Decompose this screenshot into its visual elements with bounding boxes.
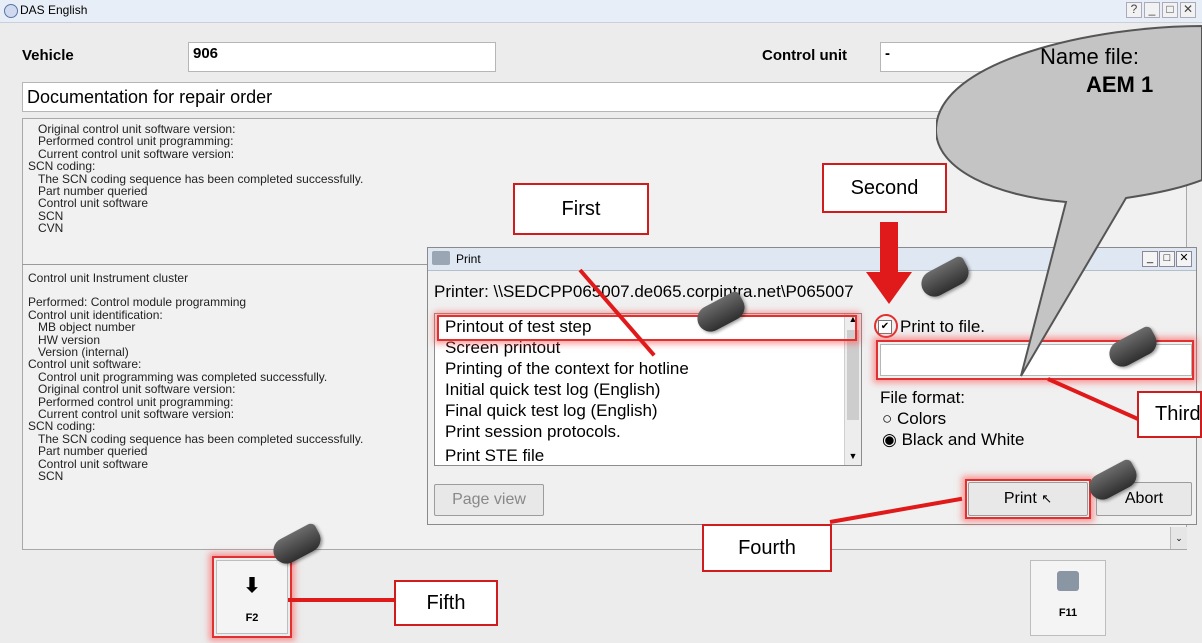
doc-line: MB object number (38, 320, 136, 335)
file-format-label: File format: (880, 388, 966, 407)
speech-bubble (936, 24, 1202, 377)
list-item[interactable]: Final quick test log (English) (445, 401, 658, 421)
third-callout: Third (1137, 391, 1202, 438)
control-unit-label: Control unit (762, 47, 847, 64)
printer-icon (1057, 571, 1079, 591)
first-callout: First (513, 183, 649, 235)
radio-colors[interactable]: ○ Colors (882, 409, 946, 429)
fourth-callout: Fourth (702, 524, 832, 572)
fourth-step-highlight (965, 479, 1091, 519)
print-dialog-title: Print (456, 252, 481, 266)
doc-line: SCN coding: (28, 159, 96, 174)
doc-line: SCN (38, 469, 64, 484)
first-step-highlight (437, 315, 857, 341)
vehicle-label: Vehicle (22, 47, 74, 64)
radio-selected-icon: ◉ (882, 430, 897, 449)
scroll-down-icon[interactable]: ▼ (845, 451, 861, 465)
doc-line: Control unit software (38, 196, 149, 211)
maximize-button[interactable]: □ (1162, 2, 1178, 18)
f11-button[interactable]: F11 (1030, 560, 1106, 636)
list-item[interactable]: Print session protocols. (445, 422, 621, 442)
doc-line: Performed control unit programming: (38, 134, 234, 149)
bubble-text-line2: AEM 1 (1086, 72, 1154, 97)
second-arrow-shaft (880, 222, 898, 274)
list-item[interactable]: Initial quick test log (English) (445, 380, 660, 400)
second-arrow-head-icon (866, 272, 912, 304)
list-item[interactable]: Print STE file (445, 446, 544, 465)
window-controls: ? _ □ ✕ (1124, 2, 1196, 18)
radio-colors-label: Colors (897, 409, 947, 428)
doc-scroll-down-icon[interactable]: ⌄ (1170, 527, 1187, 549)
fifth-callout: Fifth (394, 580, 498, 626)
doc-text-top: Original control unit software version: … (28, 123, 363, 235)
fifth-callout-line (288, 598, 396, 602)
radio-empty-icon: ○ (882, 409, 893, 428)
doc-line: Original control unit software version: (38, 382, 236, 397)
doc-text-bottom: Control unit Instrument cluster Performe… (28, 272, 363, 483)
bubble-text-line1: Name file: (1040, 44, 1140, 69)
doc-line: Control unit software: (28, 357, 142, 372)
list-item[interactable]: Printing of the context for hotline (445, 359, 689, 379)
vehicle-field[interactable]: 906 (188, 42, 496, 72)
doc-line: Control unit Instrument cluster (28, 271, 189, 285)
minimize-button[interactable]: _ (1144, 2, 1160, 18)
list-item[interactable]: Screen printout (445, 338, 560, 358)
radio-black-white[interactable]: ◉ Black and White (882, 430, 1024, 450)
doc-line: SCN coding: (28, 419, 96, 434)
second-step-circle (874, 314, 898, 338)
fifth-step-highlight (212, 556, 292, 638)
printer-icon (432, 251, 450, 265)
doc-line: Part number queried (38, 444, 148, 459)
printer-path: Printer: \\SEDCPP065007.de065.corpintra.… (434, 282, 854, 301)
second-callout: Second (822, 163, 947, 213)
doc-line: Performed: Control module programming (28, 295, 247, 310)
scroll-thumb[interactable] (847, 330, 859, 420)
doc-line: CVN (38, 221, 64, 236)
close-icon[interactable]: ✕ (1180, 2, 1196, 18)
doc-line: Control unit software (38, 456, 149, 471)
radio-black-white-label: Black and White (901, 430, 1025, 449)
f11-label: F11 (1058, 607, 1078, 619)
window-title: DAS English (20, 3, 88, 17)
page-view-button[interactable]: Page view (434, 484, 544, 516)
das-app-icon (4, 4, 18, 18)
help-icon[interactable]: ? (1126, 2, 1142, 18)
doc-separator (22, 264, 442, 265)
doc-line: SCN (38, 208, 64, 223)
